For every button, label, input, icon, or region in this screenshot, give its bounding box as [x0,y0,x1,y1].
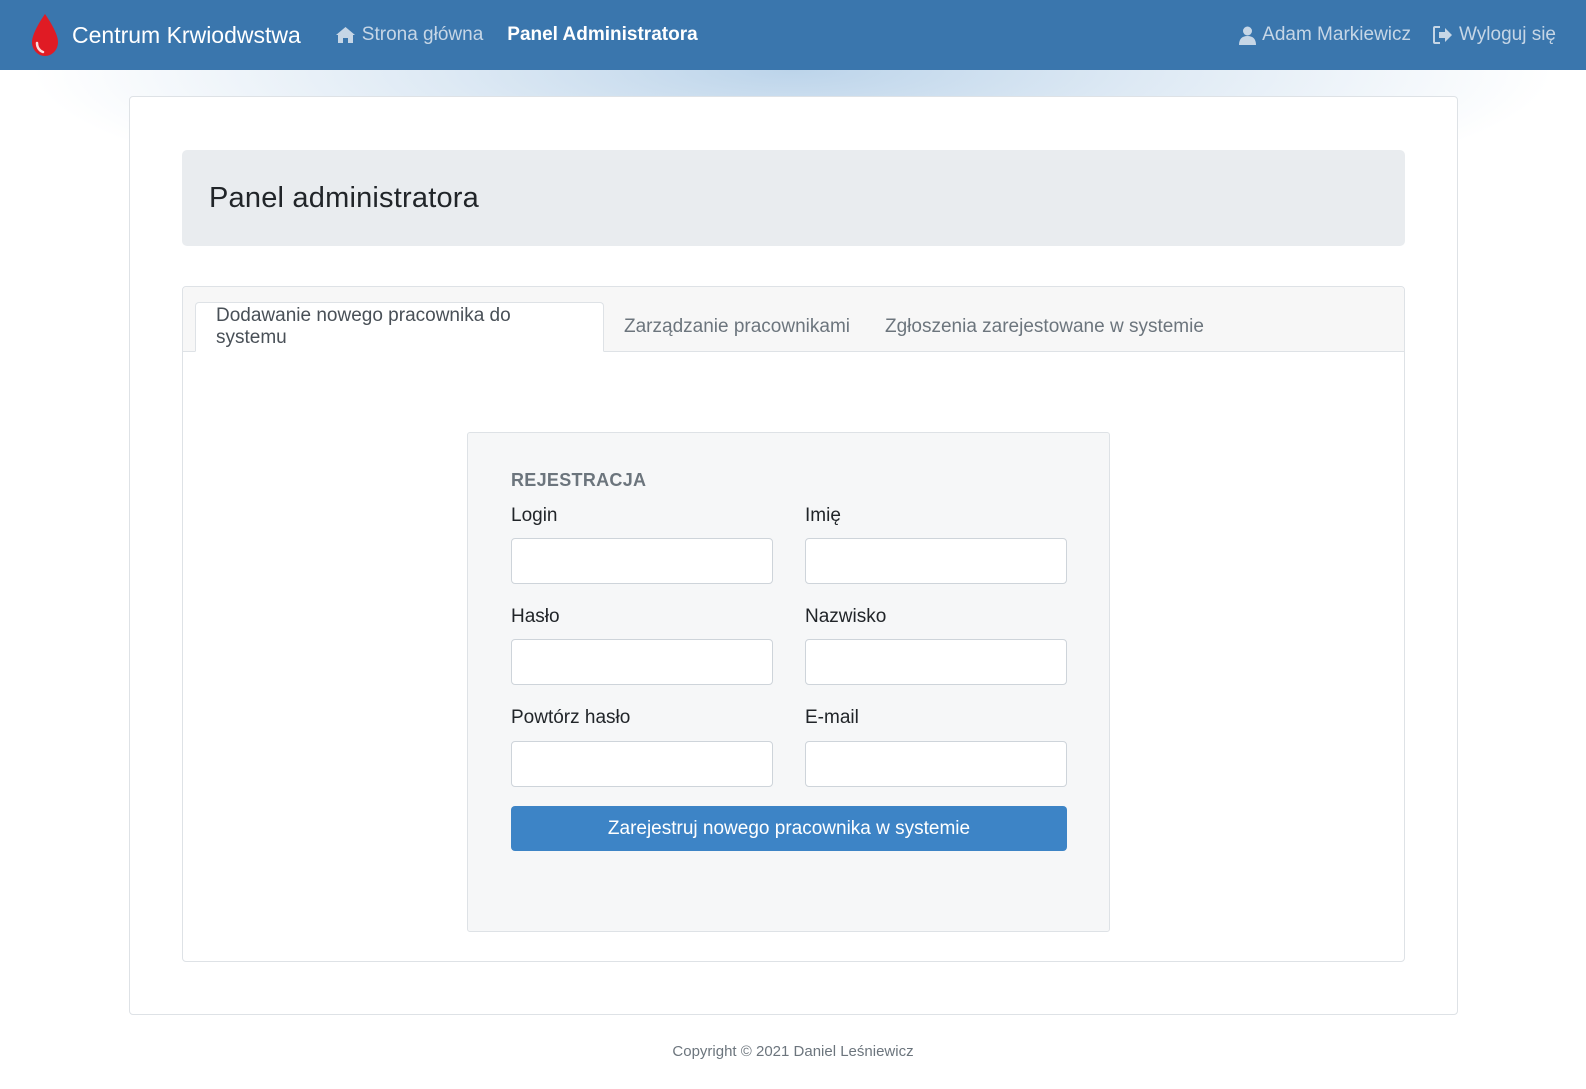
tab-label: Dodawanie nowego pracownika do systemu [216,305,511,348]
nav-link-home[interactable]: Strona główna [335,24,483,46]
last-name-field[interactable] [805,639,1067,685]
email-field[interactable] [805,741,1067,787]
nav-link-home-label: Strona główna [361,24,484,45]
logout-label: Wyloguj się [1459,24,1556,45]
last-name-label: Nazwisko [805,606,887,627]
password-repeat-label: Powtórz hasło [511,707,631,728]
sign-out-icon [1433,26,1453,44]
registration-form: REJESTRACJA Login Imię Hasło Nazwisko Po… [467,432,1110,932]
top-navbar: Centrum Krwiodwstwa Strona główna Panel … [0,0,1586,70]
page-header: Panel administratora [182,150,1405,246]
form-heading: REJESTRACJA [511,470,647,490]
home-icon [335,27,355,43]
tab-add-employee[interactable]: Dodawanie nowego pracownika do systemu [195,302,604,352]
main-card: Panel administratora Dodawanie nowego pr… [129,96,1458,1015]
first-name-field[interactable] [805,538,1067,584]
user-icon [1239,26,1257,45]
nav-link-admin-panel[interactable]: Panel Administratora [507,24,697,46]
tab-label: Zgłoszenia zarejestowane w systemie [885,315,1204,337]
brand-name: Centrum Krwiodwstwa [72,21,301,48]
blood-drop-icon [32,14,58,56]
footer-copyright: Copyright © 2021 Daniel Leśniewicz [672,1043,914,1060]
password-field[interactable] [511,639,773,685]
email-label: E-mail [805,707,859,728]
nav-link-admin-label: Panel Administratora [507,24,698,45]
login-field[interactable] [511,538,773,584]
nav-logout[interactable]: Wyloguj się [1433,24,1556,46]
user-name: Adam Markiewicz [1262,24,1412,45]
login-label: Login [511,505,558,526]
tab-label: Zarządzanie pracownikami [624,315,850,337]
password-label: Hasło [511,606,560,627]
tabs-card: Dodawanie nowego pracownika do systemu Z… [182,286,1405,962]
nav-user-profile[interactable]: Adam Markiewicz [1239,24,1411,46]
tab-registered-reports[interactable]: Zgłoszenia zarejestowane w systemie [865,302,1224,351]
tabs-header: Dodawanie nowego pracownika do systemu Z… [183,287,1404,352]
navbar-right: Adam Markiewicz Wyloguj się [1239,24,1556,46]
tab-manage-employees[interactable]: Zarządzanie pracownikami [604,302,870,351]
brand[interactable]: Centrum Krwiodwstwa [28,12,301,58]
password-repeat-field[interactable] [511,741,773,787]
register-employee-button[interactable]: Zarejestruj nowego pracownika w systemie [511,806,1067,851]
page-title: Panel administratora [209,181,479,214]
first-name-label: Imię [805,505,841,526]
